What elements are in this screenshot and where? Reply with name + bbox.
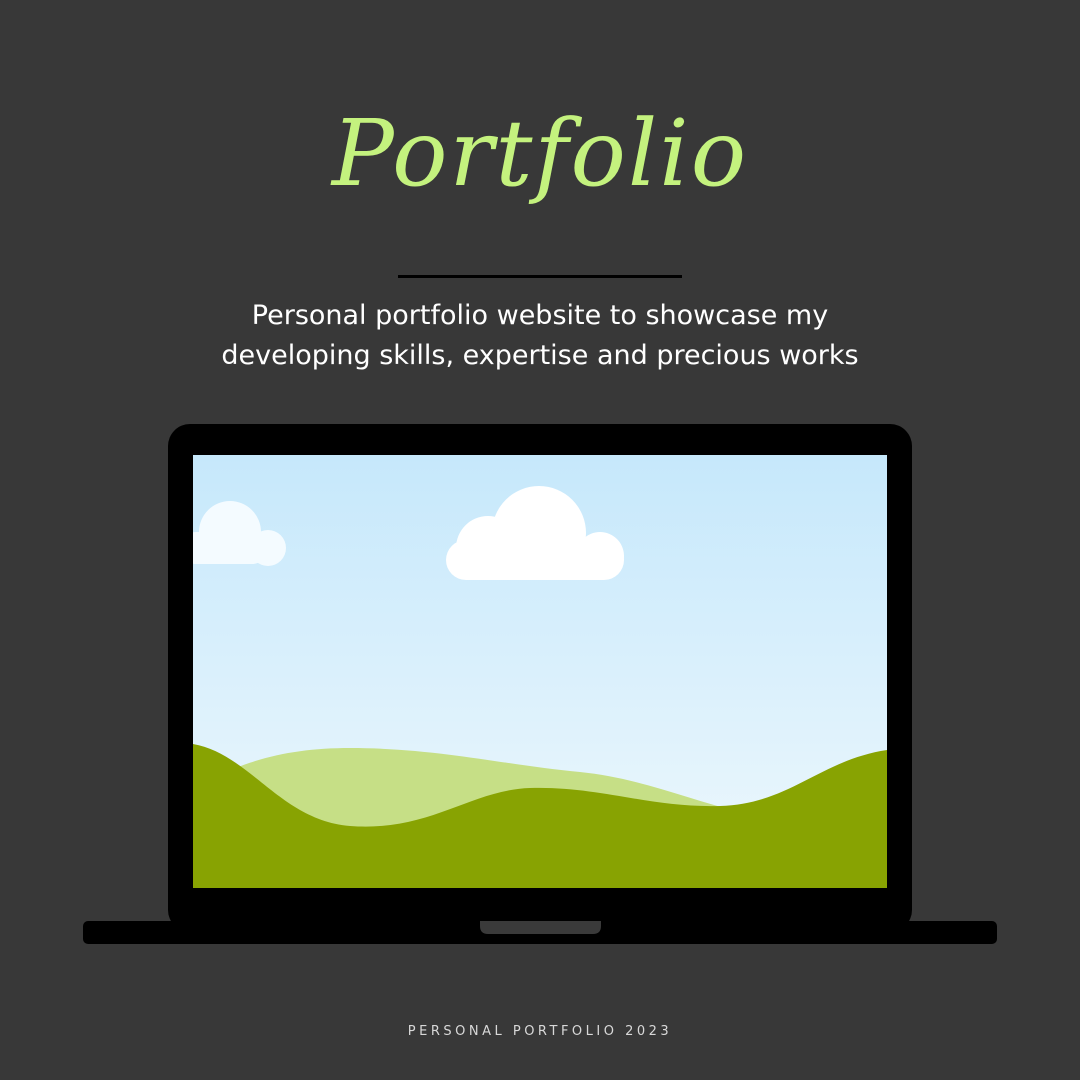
footer-text: PERSONAL PORTFOLIO 2023 [407, 1024, 673, 1039]
trackpad-notch [480, 921, 601, 934]
portfolio-poster: Portfolio Personal portfolio website to … [0, 0, 1080, 1080]
laptop-screen [193, 455, 887, 888]
laptop-icon [83, 424, 997, 944]
